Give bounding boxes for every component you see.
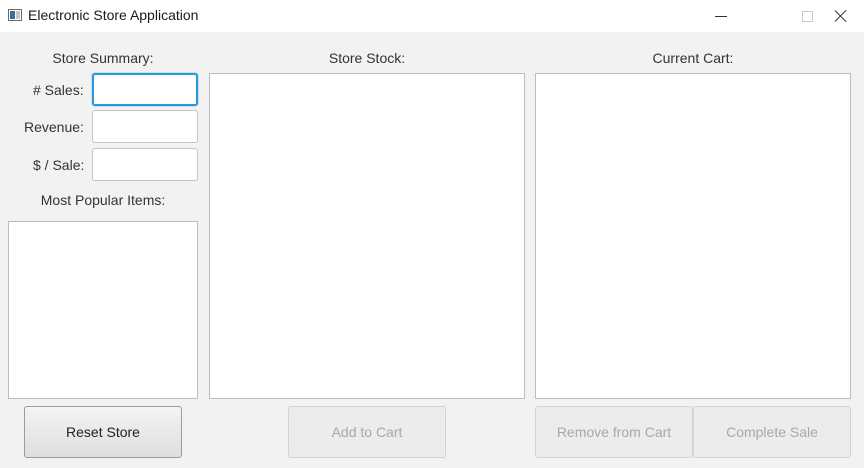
add-to-cart-button[interactable]: Add to Cart [288,406,446,458]
revenue-label: Revenue: [24,119,84,135]
maximize-icon [801,10,813,22]
current-cart-heading: Current Cart: [652,50,734,66]
app-window-icon [8,9,22,21]
per-sale-field[interactable] [92,148,198,181]
window-title: Electronic Store Application [28,7,199,23]
app-window: Electronic Store Application Store Summa… [0,0,864,468]
reset-store-button[interactable]: Reset Store [24,406,182,458]
per-sale-label: $ / Sale: [33,157,85,173]
most-popular-heading: Most Popular Items: [40,192,166,208]
complete-sale-button[interactable]: Complete Sale [693,406,851,458]
sales-field[interactable] [92,73,198,106]
sales-label: # Sales: [33,82,84,98]
revenue-field[interactable] [92,110,198,143]
store-summary-heading: Store Summary: [52,50,154,66]
close-button[interactable] [818,0,864,32]
remove-from-cart-button[interactable]: Remove from Cart [535,406,693,458]
most-popular-list[interactable] [8,221,198,399]
close-icon [834,9,848,23]
title-bar: Electronic Store Application [0,0,864,32]
store-stock-list[interactable] [209,73,525,399]
minimize-button[interactable] [698,0,744,32]
minimize-icon [715,15,727,17]
store-stock-heading: Store Stock: [328,50,406,66]
current-cart-list[interactable] [535,73,851,399]
